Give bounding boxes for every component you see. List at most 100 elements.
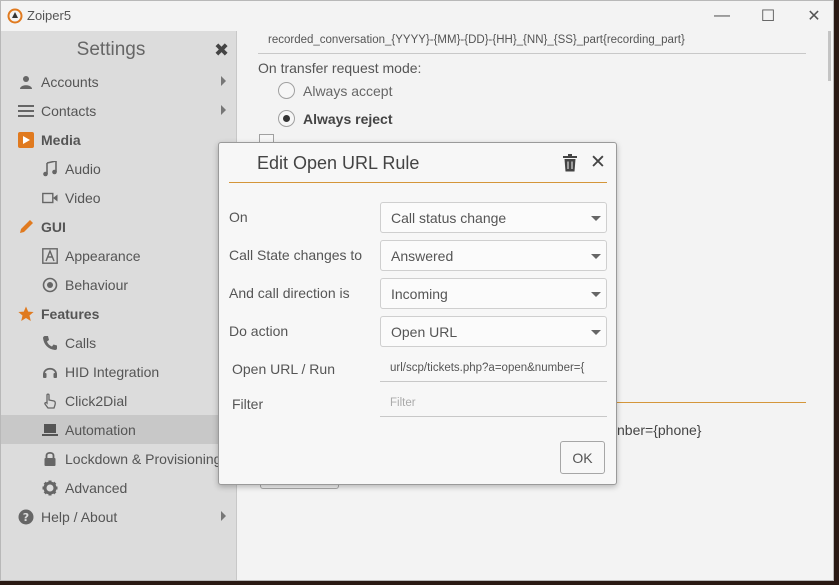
- sidebar-item-calls[interactable]: Calls: [1, 328, 237, 357]
- sidebar-item-label: Lockdown & Provisioning: [65, 450, 222, 467]
- sidebar-title: Settings: [76, 39, 146, 60]
- target-icon: [41, 276, 59, 294]
- call-state-label: Call State changes to: [229, 247, 363, 263]
- gear-icon: [41, 479, 59, 497]
- phone-icon: [41, 334, 59, 352]
- sidebar-item-gui[interactable]: GUI: [1, 212, 237, 241]
- play-icon: [17, 131, 35, 149]
- radio-label: Always accept: [303, 82, 393, 99]
- radio-always-accept[interactable]: Always accept: [278, 82, 392, 99]
- app-window: Zoiper5 — ☐ ✕ Settings ✖ Accounts Contac…: [0, 0, 834, 581]
- title-bar: Zoiper5 — ☐ ✕: [1, 1, 833, 31]
- sidebar-item-label: Video: [65, 189, 101, 206]
- sidebar-item-label: Automation: [65, 421, 136, 438]
- zoiper-logo-icon: [7, 8, 23, 24]
- list-icon: [17, 102, 35, 120]
- person-icon: [17, 73, 35, 91]
- call-state-select[interactable]: Answered: [380, 240, 607, 271]
- sidebar-item-label: GUI: [41, 218, 66, 235]
- chevron-down-icon: [591, 216, 601, 221]
- sidebar-item-label: Features: [41, 305, 100, 322]
- radio-label: Always reject: [303, 110, 393, 127]
- do-action-select[interactable]: Open URL: [380, 316, 607, 347]
- call-direction-select[interactable]: Incoming: [380, 278, 607, 309]
- help-circle-icon: ?: [17, 508, 35, 526]
- sidebar-item-appearance[interactable]: Appearance: [1, 241, 237, 270]
- sidebar-item-hid-integration[interactable]: HID Integration: [1, 357, 237, 386]
- sidebar-item-label: Audio: [65, 160, 101, 177]
- dialog-close-button[interactable]: ✕: [590, 151, 606, 174]
- sidebar-item-video[interactable]: Video: [1, 183, 237, 212]
- minimize-button[interactable]: —: [699, 1, 745, 31]
- sidebar-item-contacts[interactable]: Contacts: [1, 96, 237, 125]
- sidebar-item-label: Advanced: [65, 479, 128, 496]
- settings-sidebar: Settings ✖ Accounts Contacts Media Audio…: [1, 31, 237, 580]
- call-direction-label: And call direction is: [229, 285, 350, 301]
- select-value: Incoming: [391, 285, 448, 302]
- section-divider: [617, 402, 806, 403]
- sidebar-item-label: Behaviour: [65, 276, 129, 293]
- url-value-partial: nber={phone}: [617, 422, 702, 438]
- sidebar-item-label: HID Integration: [65, 363, 160, 380]
- do-action-label: Do action: [229, 323, 289, 339]
- radio-button[interactable]: [278, 82, 295, 99]
- sidebar-item-lockdown-provisioning[interactable]: Lockdown & Provisioning: [1, 444, 237, 473]
- maximize-button[interactable]: ☐: [745, 1, 791, 31]
- sidebar-item-help-about[interactable]: ? Help / About: [1, 502, 237, 531]
- filter-input[interactable]: Filter: [380, 389, 607, 417]
- star-icon: [17, 305, 35, 323]
- on-select[interactable]: Call status change: [380, 202, 607, 233]
- svg-text:?: ?: [23, 511, 29, 524]
- radio-button[interactable]: [278, 110, 295, 127]
- scrollbar[interactable]: [828, 31, 831, 81]
- window-title: Zoiper5: [27, 8, 72, 23]
- open-url-label: Open URL / Run: [232, 361, 335, 377]
- close-window-button[interactable]: ✕: [791, 1, 833, 31]
- chevron-right-icon: [221, 511, 226, 521]
- filter-label: Filter: [232, 396, 264, 412]
- sidebar-item-label: Media: [41, 131, 81, 148]
- select-value: Open URL: [391, 323, 458, 340]
- sidebar-item-label: Calls: [65, 334, 97, 351]
- sidebar-item-label: Help / About: [41, 508, 118, 525]
- chevron-right-icon: [221, 76, 226, 86]
- ok-button[interactable]: OK: [560, 441, 605, 474]
- pointer-hand-icon: [41, 392, 59, 410]
- chevron-right-icon: [221, 105, 226, 115]
- music-note-icon: [41, 160, 59, 178]
- select-value: Answered: [391, 247, 454, 264]
- dialog-title: Edit Open URL Rule: [257, 153, 420, 173]
- on-label: On: [229, 209, 248, 225]
- chevron-down-icon: [591, 292, 601, 297]
- transfer-mode-label: On transfer request mode:: [258, 60, 422, 76]
- sidebar-item-label: Appearance: [65, 247, 141, 264]
- sidebar-item-behaviour[interactable]: Behaviour: [1, 270, 237, 299]
- dialog-title-divider: [229, 182, 607, 183]
- sidebar-item-automation[interactable]: Automation: [1, 415, 237, 444]
- sidebar-item-click2dial[interactable]: Click2Dial: [1, 386, 237, 415]
- font-icon: [41, 247, 59, 265]
- select-value: Call status change: [391, 209, 507, 226]
- open-url-input[interactable]: url/scp/tickets.php?a=open&number={: [380, 354, 607, 382]
- recording-filename-value[interactable]: recorded_conversation_{YYYY}-{MM}-{DD}-{…: [268, 34, 685, 46]
- lock-icon: [41, 450, 59, 468]
- sidebar-header: Settings ✖: [1, 31, 236, 67]
- headset-icon: [41, 363, 59, 381]
- chevron-down-icon: [591, 330, 601, 335]
- field-underline: [258, 53, 806, 54]
- sidebar-item-audio[interactable]: Audio: [1, 154, 237, 183]
- video-camera-icon: [41, 189, 59, 207]
- sidebar-item-label: Contacts: [41, 102, 97, 119]
- trash-icon[interactable]: [562, 154, 578, 172]
- edit-open-url-rule-dialog: Edit Open URL Rule ✕ On Call status chan…: [218, 142, 617, 485]
- sidebar-item-advanced[interactable]: Advanced: [1, 473, 237, 502]
- radio-always-reject[interactable]: Always reject: [278, 110, 393, 127]
- laptop-icon: [41, 421, 59, 439]
- sidebar-item-label: Click2Dial: [65, 392, 128, 409]
- sidebar-item-features[interactable]: Features: [1, 299, 237, 328]
- sidebar-item-media[interactable]: Media: [1, 125, 237, 154]
- sidebar-item-label: Accounts: [41, 73, 99, 90]
- pencil-icon: [17, 218, 35, 236]
- sidebar-item-accounts[interactable]: Accounts: [1, 67, 237, 96]
- close-settings-button[interactable]: ✖: [214, 40, 229, 61]
